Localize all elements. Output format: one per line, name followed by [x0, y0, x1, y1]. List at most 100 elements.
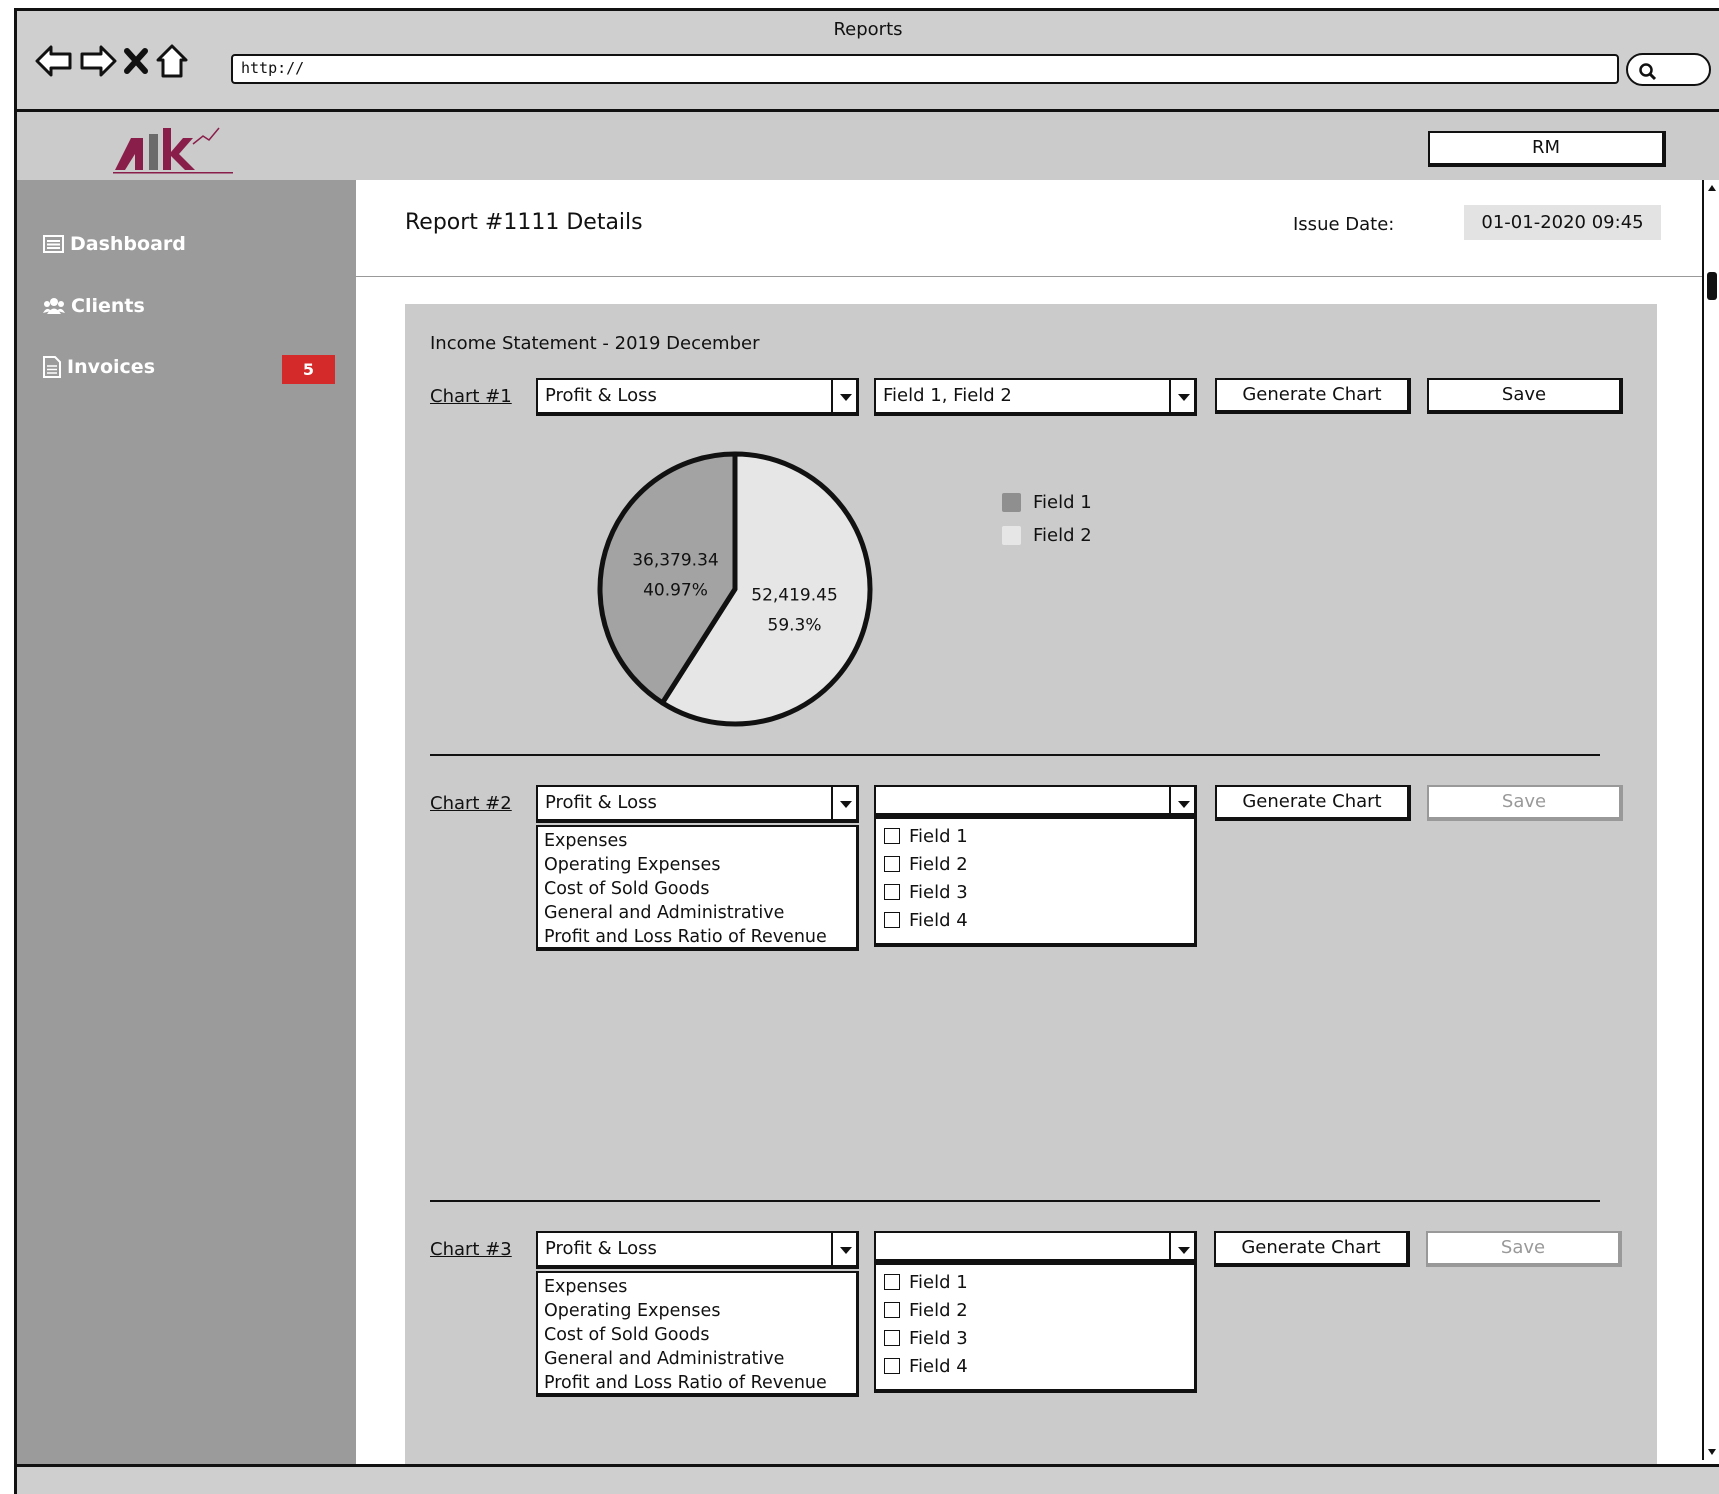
legend-swatch: [1002, 526, 1021, 545]
chart-3-label: Chart #3: [430, 1239, 512, 1260]
url-input[interactable]: http://: [231, 54, 1619, 84]
chart-2-generate-button[interactable]: Generate Chart: [1215, 785, 1411, 821]
chevron-down-icon[interactable]: [1169, 787, 1194, 813]
option-item[interactable]: Expenses: [544, 829, 850, 853]
field-checkbox-row[interactable]: Field 3: [884, 1324, 1186, 1352]
checkbox[interactable]: [884, 1330, 900, 1346]
pie-value-label: 36,379.34: [632, 551, 719, 571]
checkbox-label: Field 3: [909, 1327, 968, 1349]
back-arrow-icon[interactable]: [35, 44, 73, 78]
chart-legend: Field 1 Field 2: [1002, 486, 1092, 552]
section-title: Income Statement - 2019 December: [430, 333, 760, 354]
chart-2-fields-select[interactable]: [874, 785, 1197, 817]
window-title: Reports: [833, 19, 903, 40]
chart-1-report-select[interactable]: Profit & Loss: [536, 378, 859, 416]
legend-label: Field 1: [1033, 492, 1092, 513]
checkbox[interactable]: [884, 912, 900, 928]
pie-value-label: 52,419.45: [751, 585, 838, 605]
select-value: Field 1, Field 2: [883, 385, 1012, 406]
checkbox-label: Field 4: [909, 909, 968, 931]
checkbox-label: Field 3: [909, 881, 968, 903]
sidebar-item-label: Invoices: [67, 356, 156, 378]
field-checkbox-row[interactable]: Field 4: [884, 906, 1186, 934]
chart-3-save-button[interactable]: Save: [1426, 1231, 1622, 1267]
chevron-down-icon[interactable]: [831, 1233, 856, 1265]
chart-2-label: Chart #2: [430, 793, 512, 814]
pie-percent-label: 59.3%: [768, 615, 822, 635]
user-menu-button[interactable]: RM: [1428, 131, 1666, 167]
chevron-down-icon[interactable]: [1169, 380, 1194, 412]
chart-divider: [430, 1200, 1600, 1202]
legend-item: Field 2: [1002, 519, 1092, 552]
option-item[interactable]: Profit and Loss Ratio of Revenue: [544, 1371, 850, 1395]
forward-arrow-icon[interactable]: [79, 44, 117, 78]
checkbox-label: Field 2: [909, 853, 968, 875]
chart-2-save-button[interactable]: Save: [1427, 785, 1623, 821]
checkbox[interactable]: [884, 884, 900, 900]
dashboard-icon: [43, 235, 64, 253]
header-divider: [356, 276, 1719, 277]
chevron-down-icon[interactable]: [1169, 1233, 1194, 1259]
scroll-up-icon[interactable]: [1706, 182, 1718, 194]
chart-1-generate-button[interactable]: Generate Chart: [1215, 378, 1411, 414]
home-icon[interactable]: [155, 43, 189, 79]
document-icon: [43, 356, 61, 378]
field-checkbox-row[interactable]: Field 2: [884, 850, 1186, 878]
chart-divider: [430, 754, 1600, 756]
invoices-count-badge: 5: [282, 355, 335, 384]
status-bar: [17, 1464, 1719, 1494]
checkbox-label: Field 2: [909, 1299, 968, 1321]
scroll-down-icon[interactable]: [1706, 1446, 1718, 1458]
option-item[interactable]: Cost of Sold Goods: [544, 877, 850, 901]
option-item[interactable]: Profit and Loss Ratio of Revenue: [544, 925, 850, 949]
sidebar-item-invoices[interactable]: Invoices: [43, 356, 155, 378]
option-item[interactable]: General and Administrative: [544, 1347, 850, 1371]
vertical-scrollbar[interactable]: [1702, 180, 1719, 1460]
browser-search-button[interactable]: [1626, 53, 1711, 86]
field-checkbox-row[interactable]: Field 2: [884, 1296, 1186, 1324]
chart-3-report-options[interactable]: Expenses Operating Expenses Cost of Sold…: [536, 1271, 859, 1397]
scroll-thumb[interactable]: [1707, 272, 1717, 300]
app-header: RM: [17, 112, 1719, 180]
chart-2-report-options[interactable]: Expenses Operating Expenses Cost of Sold…: [536, 825, 859, 951]
issue-date-label: Issue Date:: [1293, 214, 1395, 235]
users-icon: [43, 298, 65, 314]
legend-item: Field 1: [1002, 486, 1092, 519]
option-item[interactable]: Cost of Sold Goods: [544, 1323, 850, 1347]
chart-1-save-button[interactable]: Save: [1427, 378, 1623, 414]
company-logo[interactable]: [107, 124, 247, 174]
chart-3-report-select[interactable]: Profit & Loss: [536, 1231, 859, 1269]
sidebar-item-dashboard[interactable]: Dashboard: [43, 233, 186, 255]
checkbox[interactable]: [884, 1302, 900, 1318]
chart-2-report-select[interactable]: Profit & Loss: [536, 785, 859, 823]
option-item[interactable]: General and Administrative: [544, 901, 850, 925]
pie-chart-svg: 52,419.45 59.3% 36,379.34 40.97%: [597, 451, 873, 727]
pie-chart: 52,419.45 59.3% 36,379.34 40.97%: [594, 448, 876, 734]
chart-3-fields-select[interactable]: [874, 1231, 1197, 1263]
chevron-down-icon[interactable]: [831, 787, 856, 819]
sidebar-item-label: Dashboard: [70, 233, 186, 255]
option-item[interactable]: Operating Expenses: [544, 853, 850, 877]
checkbox-label: Field 4: [909, 1355, 968, 1377]
report-panel: Income Statement - 2019 December Chart #…: [405, 304, 1657, 1464]
browser-chrome: Reports http://: [17, 11, 1719, 112]
checkbox[interactable]: [884, 828, 900, 844]
field-checkbox-row[interactable]: Field 3: [884, 878, 1186, 906]
chart-1-fields-select[interactable]: Field 1, Field 2: [874, 378, 1197, 416]
chart-3-generate-button[interactable]: Generate Chart: [1214, 1231, 1410, 1267]
sidebar-item-clients[interactable]: Clients: [43, 295, 145, 317]
field-checkbox-row[interactable]: Field 1: [884, 822, 1186, 850]
checkbox[interactable]: [884, 1274, 900, 1290]
chevron-down-icon[interactable]: [831, 380, 856, 412]
option-item[interactable]: Expenses: [544, 1275, 850, 1299]
checkbox[interactable]: [884, 856, 900, 872]
select-value: Profit & Loss: [545, 792, 657, 813]
option-item[interactable]: Operating Expenses: [544, 1299, 850, 1323]
checkbox-label: Field 1: [909, 825, 968, 847]
field-checkbox-row[interactable]: Field 1: [884, 1268, 1186, 1296]
legend-swatch: [1002, 493, 1021, 512]
checkbox[interactable]: [884, 1358, 900, 1374]
field-checkbox-row[interactable]: Field 4: [884, 1352, 1186, 1380]
stop-icon[interactable]: [123, 46, 149, 76]
pie-percent-label: 40.97%: [643, 581, 708, 601]
